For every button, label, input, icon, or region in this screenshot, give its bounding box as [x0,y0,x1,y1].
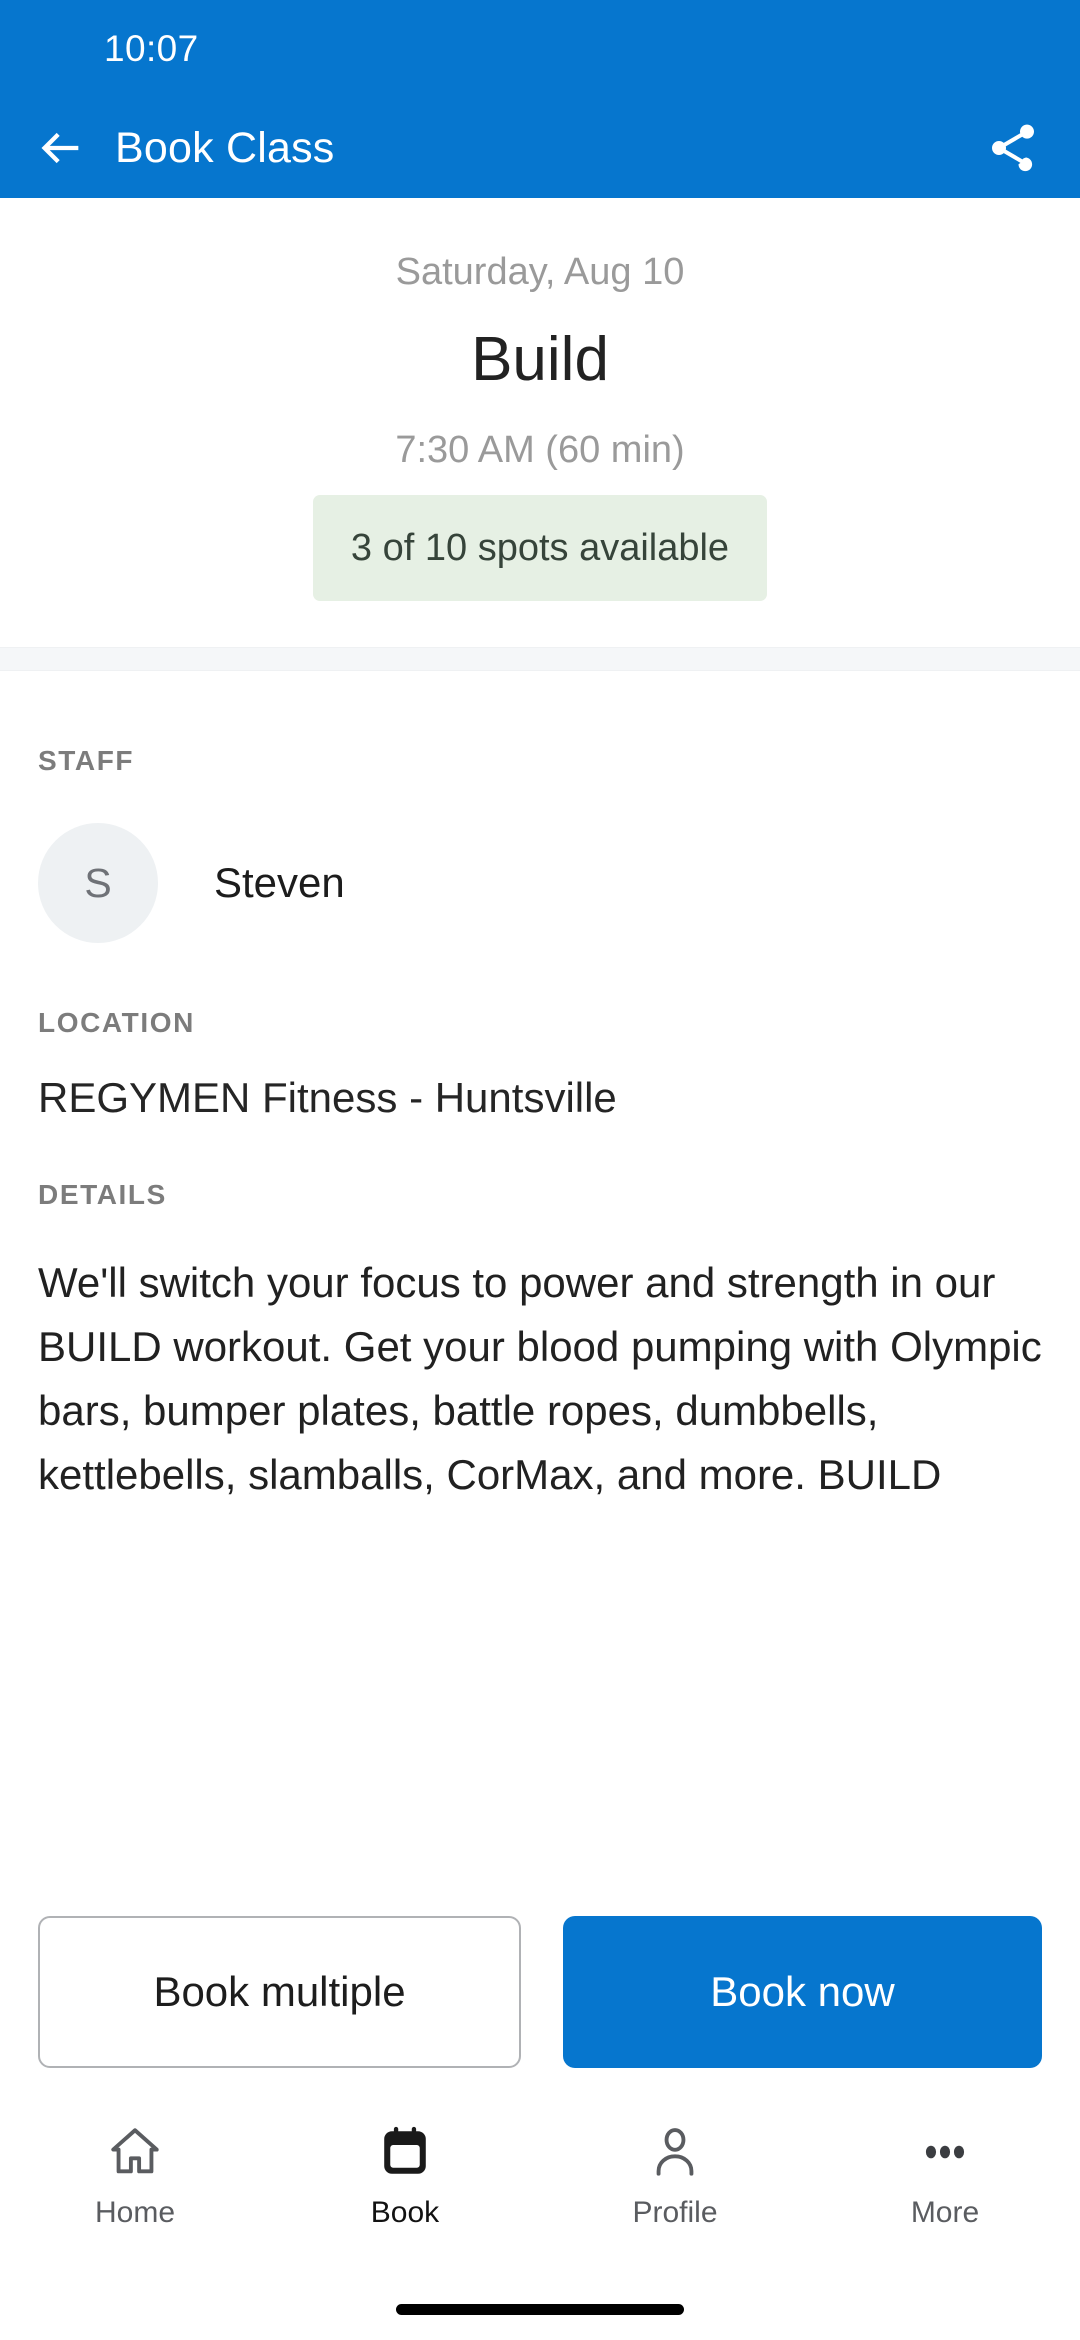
gesture-pill[interactable] [396,2303,684,2315]
location-section-label: LOCATION [38,1007,195,1038]
staff-row[interactable]: S Steven [38,823,1042,943]
nav-item-book[interactable]: Book [270,2120,540,2228]
class-name: Build [471,325,609,394]
book-multiple-button[interactable]: Book multiple [38,1916,521,2068]
nav-label-more: More [910,2196,980,2229]
book-now-button[interactable]: Book now [563,1916,1042,2068]
gesture-bar-area [0,2278,1080,2340]
nav-label-profile: Profile [632,2196,718,2229]
avatar-initial: S [84,859,112,906]
class-time: 7:30 AM (60 min) [395,429,685,471]
class-date: Saturday, Aug 10 [395,251,685,293]
arrow-left-icon [41,132,79,164]
details-text: We'll switch your focus to power and str… [38,1259,1042,1498]
ellipsis-icon-wrap [916,2120,974,2184]
action-bar: Book multiple Book now [0,1892,1080,2092]
page-title: Book Class [115,123,335,172]
person-icon-wrap [646,2120,704,2184]
class-summary: Saturday, Aug 10 Build 7:30 AM (60 min) … [0,198,1080,647]
app-bar: Book Class [0,98,1080,198]
staff-name: Steven [214,859,345,906]
section-divider [0,647,1080,671]
person-icon [656,2128,694,2176]
staff-section-label: STAFF [38,745,135,776]
nav-item-profile[interactable]: Profile [540,2120,810,2228]
location-value: REGYMEN Fitness - Huntsville [38,1074,617,1121]
status-bar-clock: 10:07 [104,28,199,69]
home-icon [111,2128,159,2174]
nav-label-home: Home [94,2196,176,2229]
share-button[interactable] [980,115,1046,181]
share-icon [992,124,1034,172]
nav-item-home[interactable]: Home [0,2120,270,2228]
back-button[interactable] [30,117,92,179]
avatar: S [38,823,158,943]
calendar-icon [384,2126,426,2174]
ellipsis-icon [925,2145,965,2159]
nav-label-book: Book [370,2196,440,2229]
status-bar: 10:07 [0,0,1080,98]
nav-item-more[interactable]: More [810,2120,1080,2228]
home-icon-wrap [106,2120,164,2184]
spots-available-badge: 3 of 10 spots available [312,495,768,601]
calendar-icon-wrap [376,2120,434,2184]
details-section-label: DETAILS [38,1179,167,1210]
class-details-scroll[interactable]: STAFF S Steven LOCATION REGYMEN Fitness … [0,671,1080,1892]
book-class-screen: 10:07 Book Class Saturday, Aug 10 Build … [0,0,1080,2340]
bottom-navigation: Home Book Profile More [0,2092,1080,2278]
